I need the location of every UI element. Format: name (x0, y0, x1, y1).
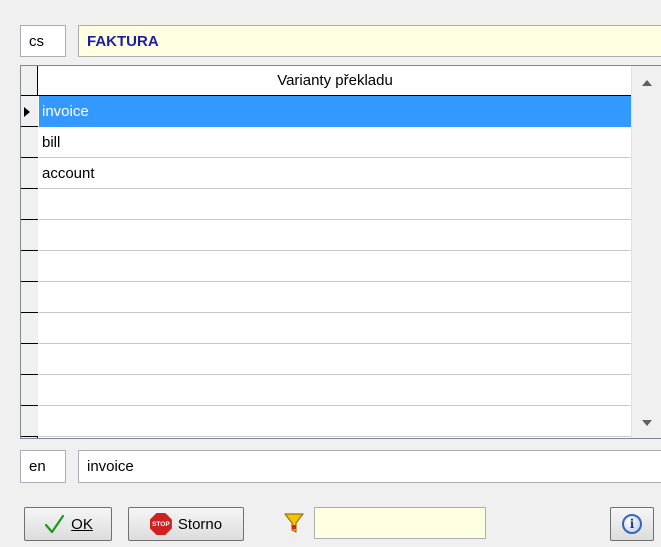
table-row[interactable]: bill (21, 127, 632, 158)
row-indicator (21, 220, 38, 251)
scroll-down-arrow-icon[interactable] (642, 420, 652, 426)
info-button[interactable]: i (610, 507, 654, 541)
ok-label: OK (71, 515, 93, 533)
row-indicator (21, 406, 38, 437)
row-cell[interactable]: invoice (39, 96, 632, 127)
target-word-field[interactable]: invoice (78, 450, 661, 483)
table-row[interactable] (21, 313, 632, 344)
row-indicator (21, 127, 38, 158)
table-row[interactable] (21, 220, 632, 251)
scroll-up-arrow-icon[interactable] (642, 80, 652, 86)
table-row[interactable] (21, 251, 632, 282)
row-indicator (21, 189, 38, 220)
header-indicator-cell (21, 66, 38, 96)
table-row[interactable]: account (21, 158, 632, 189)
source-word-field[interactable]: FAKTURA (78, 25, 661, 57)
table-row[interactable]: invoice (21, 96, 632, 127)
filter-input[interactable] (314, 507, 486, 539)
target-language-field[interactable]: en (20, 450, 66, 483)
row-cell[interactable] (39, 220, 632, 251)
grid-rows: invoice bill account (21, 96, 632, 437)
row-cell[interactable] (39, 375, 632, 406)
source-language-field[interactable]: cs (20, 25, 66, 57)
table-row[interactable] (21, 189, 632, 220)
vertical-scrollbar[interactable] (631, 66, 661, 438)
row-indicator (21, 251, 38, 282)
row-cell[interactable] (39, 282, 632, 313)
row-indicator (21, 313, 38, 344)
row-cell[interactable]: bill (39, 127, 632, 158)
filter-icon[interactable] (282, 511, 306, 535)
row-cell[interactable] (39, 189, 632, 220)
check-icon (45, 514, 65, 534)
table-row[interactable] (21, 406, 632, 437)
storno-label: Storno (177, 515, 223, 533)
row-indicator (21, 158, 38, 189)
info-icon: i (622, 514, 642, 534)
row-cell[interactable] (39, 313, 632, 344)
table-row[interactable] (21, 344, 632, 375)
table-row[interactable] (21, 282, 632, 313)
row-cell[interactable] (39, 406, 632, 437)
row-cell[interactable]: account (39, 158, 632, 189)
row-cell[interactable] (39, 251, 632, 282)
row-cell[interactable] (39, 344, 632, 375)
current-row-indicator-icon (21, 96, 38, 127)
row-indicator (21, 375, 38, 406)
storno-button[interactable]: STOP Storno (128, 507, 244, 541)
ok-button[interactable]: OK (24, 507, 112, 541)
table-row[interactable] (21, 375, 632, 406)
row-indicator (21, 344, 38, 375)
stop-icon: STOP (149, 513, 172, 535)
translation-variants-grid[interactable]: Varianty překladu invoice bill account (20, 65, 661, 439)
grid-column-header[interactable]: Varianty překladu (38, 66, 632, 96)
row-indicator (21, 282, 38, 313)
